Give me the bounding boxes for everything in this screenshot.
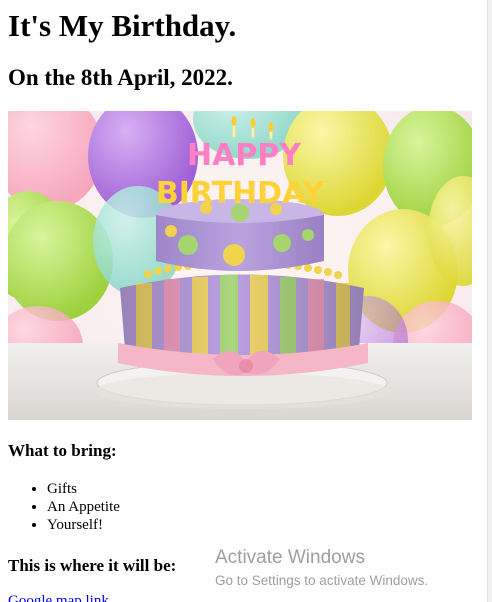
date-subtitle: On the 8th April, 2022. bbox=[8, 65, 233, 90]
topper-happy: HAPPY bbox=[187, 138, 302, 173]
scrollbar[interactable] bbox=[487, 0, 492, 602]
birthday-cake-image: HAPPY BIRTHDAY bbox=[8, 111, 472, 420]
what-to-bring-heading: What to bring: bbox=[8, 441, 117, 460]
location-heading: This is where it will be: bbox=[8, 556, 177, 575]
watermark-subtitle: Go to Settings to activate Windows. bbox=[215, 573, 429, 588]
list-item: Gifts bbox=[47, 480, 120, 498]
topper-birthday: BIRTHDAY bbox=[156, 176, 326, 211]
web-page: It's My Birthday. On the 8th April, 2022… bbox=[0, 0, 492, 602]
activate-windows-watermark: Activate Windows Go to Settings to activ… bbox=[215, 546, 428, 590]
page-title: It's My Birthday. bbox=[8, 8, 237, 43]
google-map-link[interactable]: Google map link bbox=[8, 592, 109, 602]
watermark-title: Activate Windows bbox=[215, 547, 365, 568]
list-item: An Appetite bbox=[47, 498, 120, 516]
bring-list: Gifts An Appetite Yourself! bbox=[8, 480, 120, 534]
list-item: Yourself! bbox=[47, 516, 120, 534]
